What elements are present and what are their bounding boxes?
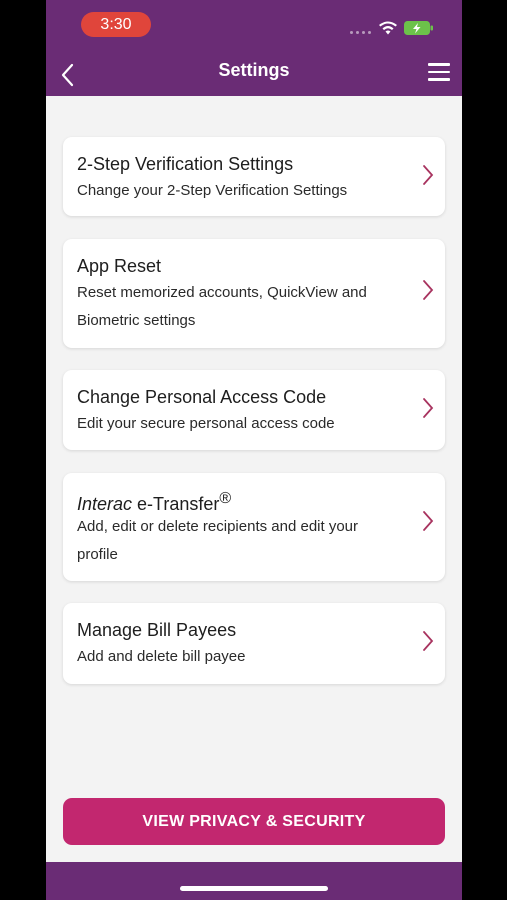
battery-icon bbox=[404, 21, 433, 35]
signal-icon bbox=[350, 31, 371, 34]
card-subtitle: Reset memorized accounts, QuickView and … bbox=[77, 284, 367, 329]
card-subtitle: Add and delete bill payee bbox=[77, 648, 246, 665]
card-title-rest: e-Transfer bbox=[132, 494, 220, 514]
wifi-icon bbox=[379, 21, 397, 35]
top-bar: 3:30 Settings bbox=[46, 0, 462, 96]
view-privacy-security-button[interactable]: VIEW PRIVACY & SECURITY bbox=[63, 798, 445, 845]
card-subtitle: Edit your secure personal access code bbox=[77, 415, 335, 432]
chevron-right-icon bbox=[423, 165, 434, 185]
card-subtitle: Add, edit or delete recipients and edit … bbox=[77, 518, 359, 563]
bottom-bar bbox=[46, 862, 462, 900]
registered-mark: ® bbox=[219, 490, 232, 507]
menu-button[interactable] bbox=[428, 63, 452, 83]
page-title: Settings bbox=[218, 60, 290, 80]
chevron-right-icon bbox=[423, 280, 434, 300]
home-indicator[interactable] bbox=[180, 886, 328, 891]
chevron-right-icon bbox=[423, 631, 434, 651]
status-time: 3:30 bbox=[81, 12, 151, 37]
card-2-step-verification[interactable]: 2-Step Verification Settings Change your… bbox=[63, 137, 445, 216]
menu-icon bbox=[428, 63, 450, 66]
card-subtitle: Change your 2-Step Verification Settings bbox=[77, 182, 348, 199]
card-change-access-code[interactable]: Change Personal Access Code Edit your se… bbox=[63, 370, 445, 450]
card-app-reset[interactable]: App Reset Reset memorized accounts, Quic… bbox=[63, 239, 445, 348]
card-title: Change Personal Access Code bbox=[77, 387, 327, 407]
phone-screen: 3:30 Settings 2-Step Verification Settin… bbox=[46, 0, 462, 900]
card-interac-etransfer[interactable]: Interac e-Transfer® Add, edit or delete … bbox=[63, 473, 445, 581]
card-title: Manage Bill Payees bbox=[77, 620, 237, 640]
card-title-italic: Interac bbox=[77, 494, 133, 514]
card-manage-bill-payees[interactable]: Manage Bill Payees Add and delete bill p… bbox=[63, 603, 445, 684]
card-title: Interac e-Transfer® bbox=[77, 490, 231, 515]
card-title: 2-Step Verification Settings bbox=[77, 154, 294, 174]
chevron-right-icon bbox=[423, 511, 434, 531]
card-title: App Reset bbox=[77, 256, 162, 276]
chevron-right-icon bbox=[423, 398, 434, 418]
